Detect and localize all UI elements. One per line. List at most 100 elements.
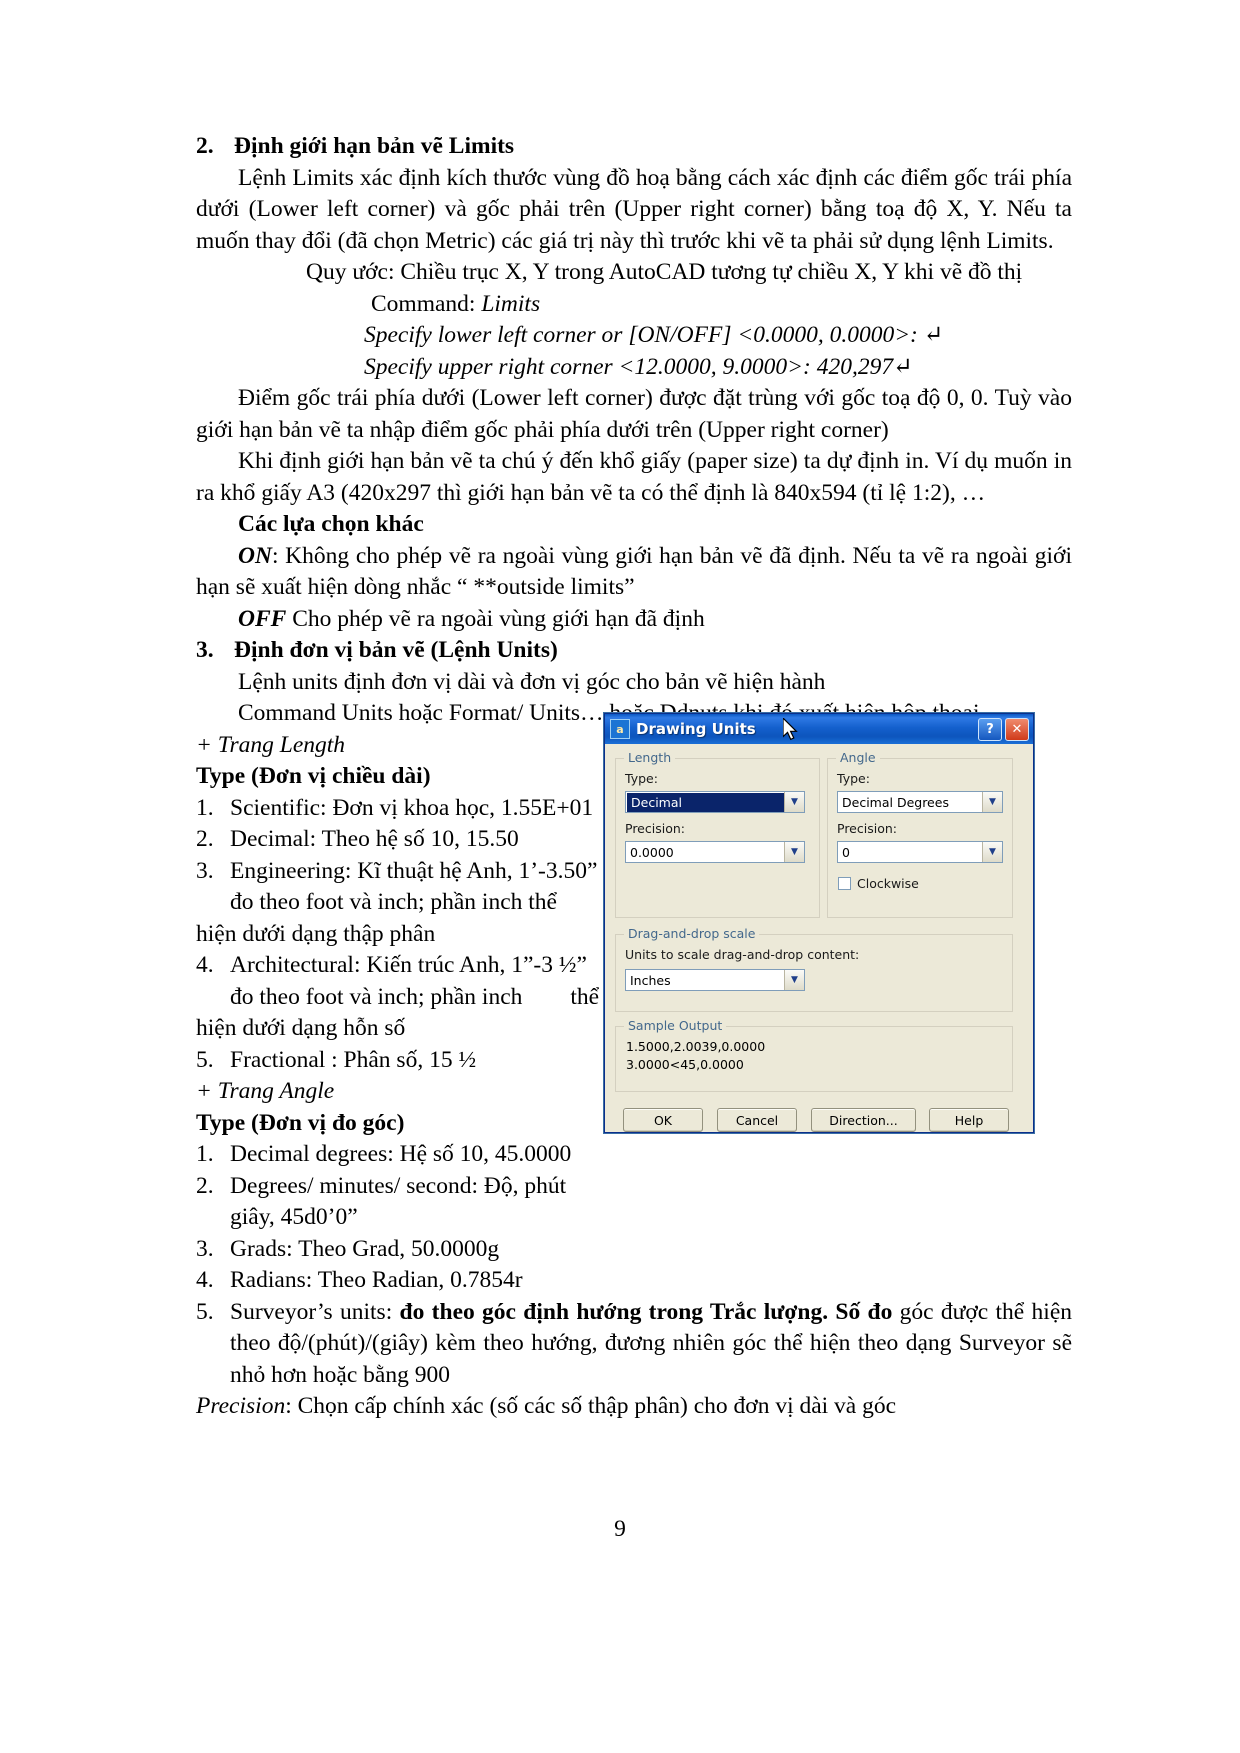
clockwise-checkbox-row[interactable]: Clockwise <box>838 876 919 891</box>
section-2-paragraph-1: Lệnh Limits xác định kích thước vùng đồ … <box>196 164 1072 254</box>
cancel-button[interactable]: Cancel <box>717 1108 797 1132</box>
prompt-lower-left: Specify lower left corner or [ON/OFF] <0… <box>364 322 944 348</box>
dialog-titlebar[interactable]: a Drawing Units ? ✕ <box>605 714 1033 744</box>
dragdrop-units-combo[interactable]: Inches ▼ <box>625 969 805 991</box>
angle-precision-combo[interactable]: 0 ▼ <box>837 841 1003 863</box>
command-value: Limits <box>481 290 541 317</box>
chevron-down-icon[interactable]: ▼ <box>982 792 1002 812</box>
length-type-combo[interactable]: Decimal ▼ <box>625 791 805 813</box>
chevron-down-icon[interactable]: ▼ <box>982 842 1002 862</box>
document-page: 2. Định giới hạn bản vẽ Limits Lệnh Limi… <box>0 0 1240 1753</box>
surveyor-bold: đo theo góc định hướng trong Trắc lượng.… <box>399 1298 893 1325</box>
sample-output-line-2: 3.0000<45,0.0000 <box>626 1057 744 1072</box>
list-item-label: Fractional : Phân số, 15 ½ <box>230 1046 477 1073</box>
section-2-title: Định giới hạn bản vẽ Limits <box>234 133 515 159</box>
precision-label: Precision <box>196 1393 286 1419</box>
off-label: OFF <box>238 605 287 632</box>
length-type-label: Type: <box>625 771 658 786</box>
clockwise-label: Clockwise <box>857 876 919 891</box>
section-3-title: Định đơn vị bản vẽ (Lệnh Units) <box>234 637 558 663</box>
list-item-label: Surveyor’s units: đo theo góc định hướng… <box>230 1297 1072 1392</box>
length-group: Length Type: Decimal ▼ Precision: 0.0000… <box>615 750 820 918</box>
length-precision-label: Precision: <box>625 821 685 836</box>
clockwise-checkbox[interactable] <box>838 877 851 890</box>
list-item-label: Decimal degrees: Hệ số 10, 45.0000 <box>230 1141 572 1167</box>
other-options-heading: Các lựa chọn khác <box>238 511 424 537</box>
section-2-paragraph-3: Khi định giới hạn bản vẽ ta chú ý đến kh… <box>196 448 1072 506</box>
section-3-paragraph-1: Lệnh units định đơn vị dài và đơn vị góc… <box>238 668 826 695</box>
list-item-number: 2. <box>196 826 214 852</box>
mouse-cursor-icon <box>783 718 798 741</box>
list-item: 4. Radians: Theo Radian, 0.7854r <box>196 1265 1072 1297</box>
command-line: Command: Limits <box>196 289 1072 321</box>
angle-precision-value: 0 <box>842 844 850 860</box>
list-item: 1. Decimal degrees: Hệ số 10, 45.0000 <box>196 1139 628 1171</box>
architectural-note-line-1: đo theo foot và inch; phần inch thể <box>196 982 628 1014</box>
list-item: 4. Architectural: Kiến trúc Anh, 1”-3 ½” <box>196 950 628 982</box>
length-precision-value: 0.0000 <box>630 844 674 860</box>
list-item: 5. Fractional : Phân số, 15 ½ <box>196 1045 628 1077</box>
direction-button[interactable]: Direction... <box>811 1108 916 1132</box>
list-item-number: 1. <box>196 794 214 821</box>
architectural-note-tail: thể <box>570 983 600 1010</box>
chevron-down-icon[interactable]: ▼ <box>784 970 804 990</box>
list-item: 1. Scientific: Đơn vị khoa học, 1.55E+01 <box>196 793 628 825</box>
list-item-label: Radians: Theo Radian, 0.7854r <box>230 1267 523 1293</box>
length-type-value: Decimal <box>627 792 784 812</box>
section-3-heading: 3. Định đơn vị bản vẽ (Lệnh Units) <box>196 635 1072 667</box>
drawing-units-dialog[interactable]: a Drawing Units ? ✕ Length Type: Decimal… <box>604 713 1034 1133</box>
list-item: 2. Degrees/ minutes/ second: Độ, phút <box>196 1171 1072 1203</box>
on-text: : Không cho phép vẽ ra ngoài vùng giới h… <box>196 542 1072 601</box>
architectural-note-main: đo theo foot và inch; phần inch <box>230 983 523 1010</box>
sample-output-line-1: 1.5000,2.0039,0.0000 <box>626 1039 766 1054</box>
length-precision-combo[interactable]: 0.0000 ▼ <box>625 841 805 863</box>
list-item-label: Scientific: Đơn vị khoa học, 1.55E+01 <box>230 794 594 821</box>
angle-type-combo[interactable]: Decimal Degrees ▼ <box>837 791 1003 813</box>
list-item: 2. Decimal: Theo hệ số 10, 15.50 <box>196 824 628 856</box>
angle-type-value: Decimal Degrees <box>842 794 949 810</box>
surveyor-lead: Surveyor’s units: <box>230 1298 400 1325</box>
list-item-number: 3. <box>196 857 214 884</box>
close-button[interactable]: ✕ <box>1005 718 1029 741</box>
list-item-number: 2. <box>196 1172 214 1199</box>
list-item-number: 1. <box>196 1141 214 1167</box>
list-item-label: Architectural: Kiến trúc Anh, 1”-3 ½” <box>230 952 587 978</box>
length-group-label: Length <box>624 750 676 765</box>
list-item: 3. Engineering: Kĩ thuật hệ Anh, 1’-3.50… <box>196 856 628 888</box>
help-dialog-button[interactable]: Help <box>929 1108 1009 1132</box>
prompt-upper-right: Specify upper right corner <12.0000, 9.0… <box>364 353 913 380</box>
titlebar-buttons[interactable]: ? ✕ <box>978 718 1029 741</box>
dialog-title: Drawing Units <box>636 720 756 738</box>
command-label: Command: <box>371 290 482 317</box>
list-item-number: 5. <box>196 1046 214 1073</box>
angle-item-2-continuation: giây, 45d0’0” <box>230 1204 358 1230</box>
sample-output-group-label: Sample Output <box>624 1018 727 1033</box>
on-label: ON <box>238 542 272 569</box>
on-option: ON: Không cho phép vẽ ra ngoài vùng giới… <box>196 541 1072 604</box>
list-item-number: 4. <box>196 952 214 978</box>
angle-group: Angle Type: Decimal Degrees ▼ Precision:… <box>827 750 1013 918</box>
angle-precision-label: Precision: <box>837 821 897 836</box>
precision-text: : Chọn cấp chính xác (số các số thập phâ… <box>285 1393 897 1419</box>
dragdrop-label: Units to scale drag-and-drop content: <box>625 947 860 962</box>
angle-type-label: Type: <box>837 771 870 786</box>
chevron-down-icon[interactable]: ▼ <box>784 842 804 862</box>
autocad-icon: a <box>610 719 630 739</box>
list-item-label: Decimal: Theo hệ số 10, 15.50 <box>230 826 519 852</box>
list-item-label: Engineering: Kĩ thuật hệ Anh, 1’-3.50” <box>230 857 598 884</box>
precision-line: Precision: Chọn cấp chính xác (số các số… <box>196 1391 1072 1423</box>
off-option: OFF Cho phép vẽ ra ngoài vùng giới hạn đ… <box>196 604 1072 636</box>
chevron-down-icon[interactable]: ▼ <box>784 792 804 812</box>
dragdrop-group-label: Drag-and-drop scale <box>624 926 760 941</box>
dialog-body: Length Type: Decimal ▼ Precision: 0.0000… <box>605 744 1033 1132</box>
section-2-paragraph-2: Điểm gốc trái phía dưới (Lower left corn… <box>196 385 1072 443</box>
dragdrop-units-value: Inches <box>630 972 671 988</box>
list-item-label: Degrees/ minutes/ second: Độ, phút <box>230 1172 567 1199</box>
list-item-number: 4. <box>196 1267 214 1293</box>
list-item-surveyor: 5. Surveyor’s units: đo theo góc định hư… <box>196 1297 1072 1392</box>
list-item-label: Grads: Theo Grad, 50.0000g <box>230 1235 500 1262</box>
section-2-number: 2. <box>196 133 214 159</box>
ok-button[interactable]: OK <box>623 1108 703 1132</box>
list-item-number: 5. <box>196 1298 214 1325</box>
help-button[interactable]: ? <box>978 718 1002 741</box>
